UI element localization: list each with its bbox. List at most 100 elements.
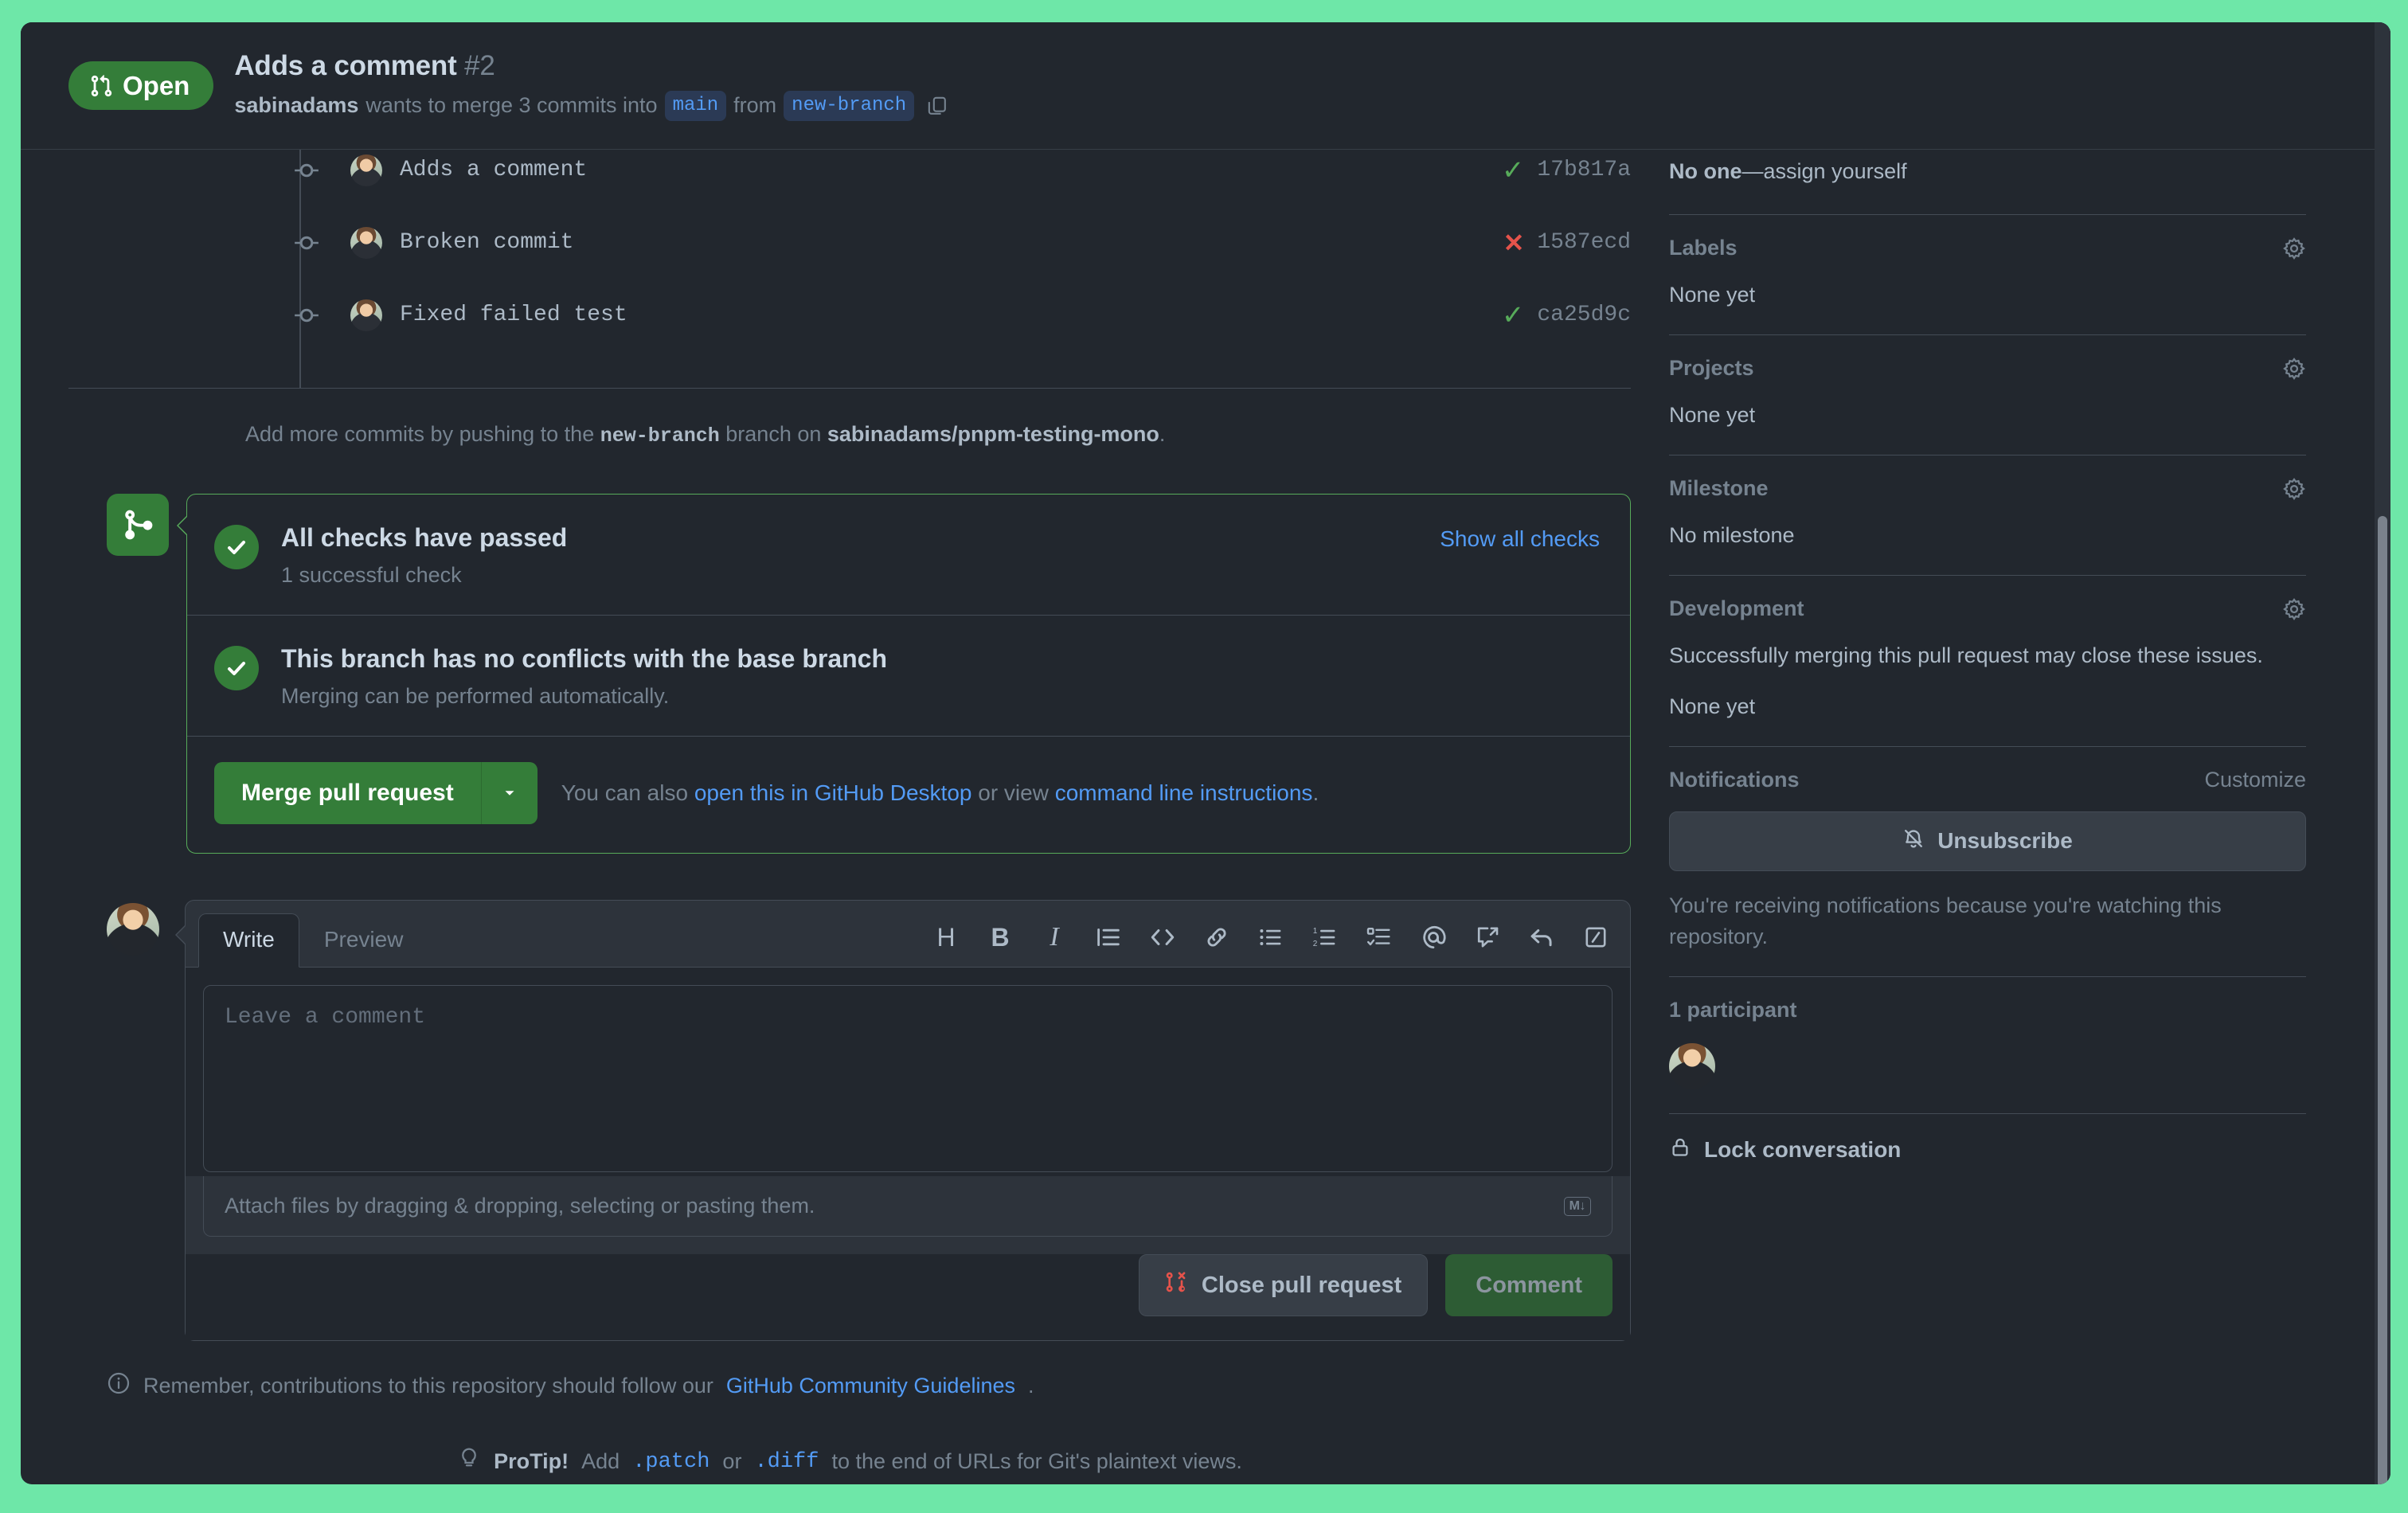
milestone-header: Milestone xyxy=(1669,476,2306,501)
github-community-guidelines-link[interactable]: GitHub Community Guidelines xyxy=(726,1374,1015,1398)
commit-sha[interactable]: ca25d9c xyxy=(1537,303,1631,327)
assign-yourself-link[interactable]: assign yourself xyxy=(1764,159,1907,183)
comment-input[interactable] xyxy=(203,985,1612,1172)
conflicts-subtitle: Merging can be performed automatically. xyxy=(281,684,670,708)
checks-status-text: All checks have passed 1 successful chec… xyxy=(281,522,1440,588)
commit-meta: ✓ 17b817a xyxy=(1502,157,1631,184)
tab-preview[interactable]: Preview xyxy=(299,913,428,968)
avatar xyxy=(350,226,382,259)
pr-author-link[interactable]: sabinadams xyxy=(234,92,358,118)
commit-status-icon[interactable]: ✓ xyxy=(1502,157,1525,184)
labels-title: Labels xyxy=(1669,236,1738,260)
head-branch-chip[interactable]: new-branch xyxy=(784,90,915,121)
push-hint-middle: branch on xyxy=(725,422,822,446)
protip-label: ProTip! xyxy=(494,1449,569,1473)
development-value: None yet xyxy=(1669,694,1756,718)
scrollbar-thumb[interactable] xyxy=(2378,516,2387,1484)
task-list-icon[interactable] xyxy=(1362,921,1396,954)
gear-icon[interactable] xyxy=(2282,597,2306,621)
merge-alt-middle: or view xyxy=(978,780,1049,805)
saved-reply-icon[interactable] xyxy=(1525,921,1558,954)
commit-status-icon[interactable]: ✕ xyxy=(1503,230,1525,256)
merge-alternatives-text: You can also open this in GitHub Desktop… xyxy=(561,780,1319,806)
tab-write[interactable]: Write xyxy=(198,913,299,968)
command-line-instructions-link[interactable]: command line instructions xyxy=(1055,780,1313,805)
status-badge: Open xyxy=(68,61,214,110)
merge-actions-row: Merge pull request You can also open thi… xyxy=(187,737,1630,853)
sidebar-section-assignees: No one—assign yourself xyxy=(1669,159,2306,215)
milestone-title: Milestone xyxy=(1669,476,1769,501)
check-circle-icon xyxy=(214,525,259,569)
gear-icon[interactable] xyxy=(2282,477,2306,501)
bold-icon[interactable]: B xyxy=(983,921,1017,954)
labels-value: None yet xyxy=(1669,283,1756,307)
commit-message[interactable]: Adds a comment xyxy=(400,158,587,182)
gear-icon[interactable] xyxy=(2282,237,2306,260)
reference-icon[interactable] xyxy=(1471,921,1504,954)
merge-section: All checks have passed 1 successful chec… xyxy=(68,494,1631,854)
protip-code-diff: .diff xyxy=(754,1449,819,1474)
sidebar-section-milestone: Milestone No milestone xyxy=(1669,455,2306,577)
participants-title: 1 participant xyxy=(1669,997,1797,1022)
open-in-github-desktop-link[interactable]: open this in GitHub Desktop xyxy=(694,780,972,805)
commit-sha[interactable]: 1587ecd xyxy=(1537,230,1631,255)
projects-header: Projects xyxy=(1669,356,2306,381)
projects-value: None yet xyxy=(1669,403,1756,428)
composer-box: Write Preview H B I 1 2 Leave a comment … xyxy=(175,900,1631,1341)
protip-or: or xyxy=(722,1449,742,1473)
commit-message[interactable]: Fixed failed test xyxy=(400,303,627,327)
pr-merge-summary: sabinadams wants to merge 3 commits into… xyxy=(234,90,948,121)
lock-conversation-button[interactable]: Lock conversation xyxy=(1669,1114,2306,1164)
projects-title: Projects xyxy=(1669,356,1754,381)
mention-icon[interactable] xyxy=(1417,921,1450,954)
commit-message[interactable]: Broken commit xyxy=(400,230,573,255)
show-all-checks-link[interactable]: Show all checks xyxy=(1440,526,1600,552)
quote-icon[interactable] xyxy=(1092,921,1125,954)
commit-status-icon[interactable]: ✓ xyxy=(1502,302,1525,329)
ordered-list-icon[interactable]: 1 2 xyxy=(1308,921,1342,954)
protip-code-patch: .patch xyxy=(632,1449,710,1474)
link-icon[interactable] xyxy=(1200,921,1233,954)
pr-merge-phrase-2: from xyxy=(733,93,777,118)
attach-files-dropzone[interactable]: Attach files by dragging & dropping, sel… xyxy=(203,1176,1612,1237)
table-row[interactable]: Fixed failed test ✓ ca25d9c xyxy=(245,279,1631,351)
markdown-icon[interactable]: M↓ xyxy=(1563,1196,1591,1216)
slash-command-icon[interactable] xyxy=(1579,921,1612,954)
code-icon[interactable] xyxy=(1146,921,1179,954)
push-hint-prefix: Add more commits by pushing to the xyxy=(245,422,595,446)
composer-footer: Close pull request Comment xyxy=(186,1254,1630,1340)
base-branch-chip[interactable]: main xyxy=(664,90,727,121)
status-badge-label: Open xyxy=(123,71,190,100)
milestone-value: No milestone xyxy=(1669,523,1795,548)
checks-subtitle: 1 successful check xyxy=(281,563,462,587)
pr-merge-phrase-1: wants to merge 3 commits into xyxy=(366,93,658,118)
development-title: Development xyxy=(1669,596,1804,621)
lock-conversation-row[interactable]: Lock conversation xyxy=(1669,1114,2306,1164)
svg-text:1: 1 xyxy=(1313,927,1318,936)
italic-icon[interactable]: I xyxy=(1038,921,1071,954)
commit-sha[interactable]: 17b817a xyxy=(1537,158,1631,182)
merge-pull-request-button[interactable]: Merge pull request xyxy=(214,762,481,824)
commit-meta: ✓ ca25d9c xyxy=(1502,302,1631,329)
unsubscribe-button[interactable]: Unsubscribe xyxy=(1669,811,2306,871)
gear-icon[interactable] xyxy=(2282,357,2306,381)
sidebar-section-labels: Labels None yet xyxy=(1669,215,2306,336)
svg-text:2: 2 xyxy=(1313,940,1318,948)
table-row[interactable]: Broken commit ✕ 1587ecd xyxy=(245,206,1631,279)
heading-icon[interactable]: H xyxy=(929,921,963,954)
sidebar-section-development: Development Successfully merging this pu… xyxy=(1669,576,2306,747)
pr-sticky-header: Open Adds a comment #2 sabinadams wants … xyxy=(21,22,2390,150)
scrollbar-track[interactable] xyxy=(2375,22,2390,1484)
protip-prefix: Add xyxy=(581,1449,620,1473)
commit-meta: ✕ 1587ecd xyxy=(1503,230,1631,256)
close-pull-request-button[interactable]: Close pull request xyxy=(1138,1254,1429,1316)
comment-button[interactable]: Comment xyxy=(1445,1254,1612,1316)
avatar[interactable] xyxy=(1669,1042,1715,1089)
unsubscribe-label: Unsubscribe xyxy=(1937,828,2073,854)
copy-icon[interactable] xyxy=(926,95,948,117)
development-header: Development xyxy=(1669,596,2306,621)
chevron-down-icon[interactable] xyxy=(480,762,538,824)
labels-header: Labels xyxy=(1669,236,2306,260)
customize-notifications-link[interactable]: Customize xyxy=(2204,768,2306,792)
unordered-list-icon[interactable] xyxy=(1254,921,1288,954)
